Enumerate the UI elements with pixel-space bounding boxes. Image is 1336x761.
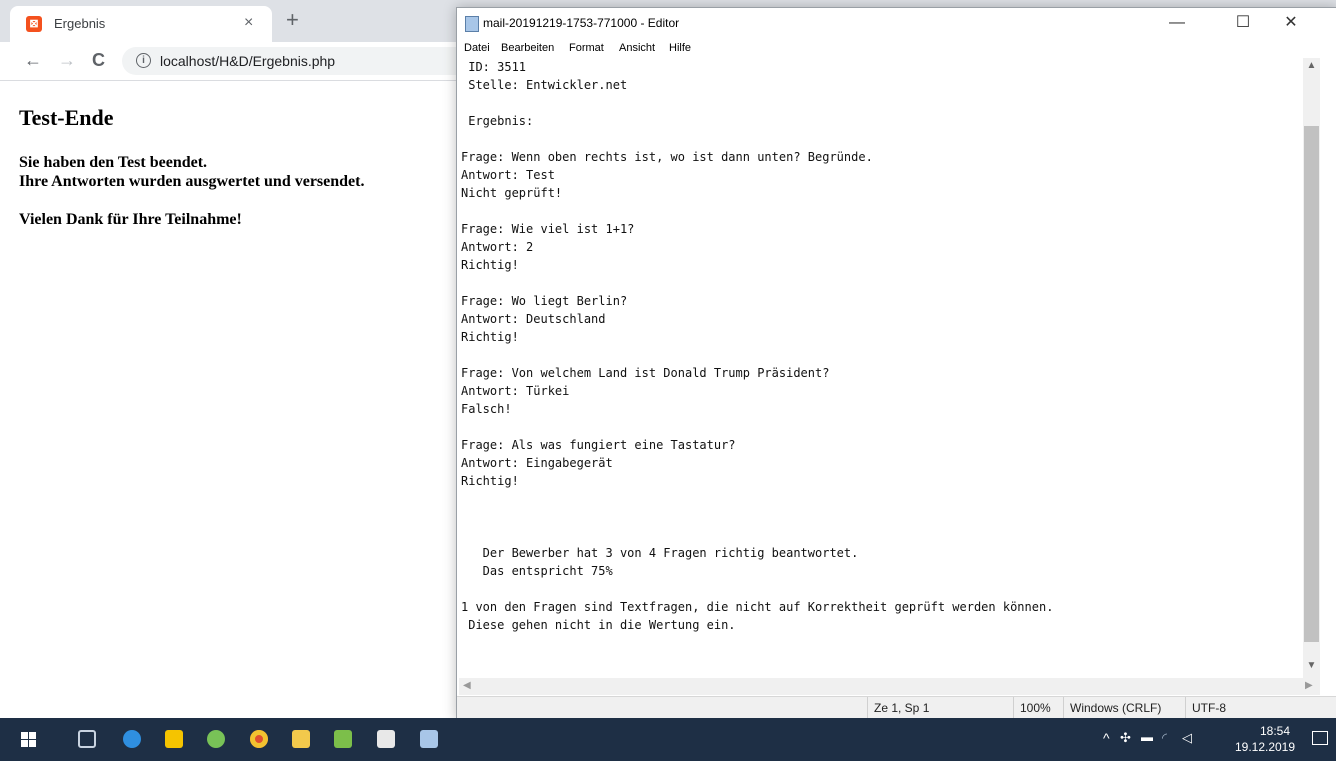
notepad-titlebar[interactable]: mail-20191219-1753-771000 - Editor — ☐ ✕ [457, 8, 1336, 38]
scroll-left-icon[interactable]: ◀ [463, 680, 471, 691]
tab-ergebnis[interactable]: ⊠ Ergebnis × [10, 6, 272, 42]
cursor-position: Ze 1, Sp 1 [867, 697, 1014, 720]
chrome-icon[interactable] [250, 730, 268, 748]
notepad-icon [465, 16, 479, 32]
vertical-scrollbar[interactable]: ▲ ▼ [1303, 58, 1320, 678]
notepad-window: mail-20191219-1753-771000 - Editor — ☐ ✕… [456, 7, 1336, 720]
xampp-favicon-icon: ⊠ [26, 16, 42, 32]
message-line-finished: Sie haben den Test beendet. [19, 154, 208, 171]
notepad-text-content[interactable]: ID: 3511 Stelle: Entwickler.net Ergebnis… [459, 58, 1303, 634]
taskbar: ^ ✣ ▬ ◜ ◁ 18:54 19.12.2019 [0, 718, 1336, 761]
photos-icon[interactable] [377, 730, 395, 748]
zoom-level: 100% [1013, 697, 1064, 720]
android-studio-icon[interactable] [207, 730, 225, 748]
spreadsheet-icon[interactable] [334, 730, 352, 748]
reload-icon[interactable]: C [92, 50, 105, 71]
result-message: Sie haben den Test beendet. Ihre Antwort… [19, 153, 364, 229]
scroll-right-icon[interactable]: ▶ [1305, 680, 1313, 691]
menu-hilfe[interactable]: Hilfe [669, 42, 691, 54]
sticky-notes-icon[interactable] [165, 730, 183, 748]
maximize-button[interactable]: ☐ [1223, 12, 1263, 34]
notepad-text-area[interactable]: ID: 3511 Stelle: Entwickler.net Ergebnis… [459, 58, 1303, 678]
notepad-title: mail-20191219-1753-771000 - Editor [483, 16, 680, 30]
menu-format[interactable]: Format [569, 42, 604, 54]
info-icon[interactable]: i [136, 53, 151, 68]
tab-title: Ergebnis [54, 16, 106, 31]
message-line-thanks: Vielen Dank für Ihre Teilnahme! [19, 211, 242, 228]
new-tab-icon[interactable]: + [286, 9, 299, 31]
menu-ansicht[interactable]: Ansicht [619, 42, 655, 54]
battery-icon[interactable]: ▬ [1141, 730, 1153, 744]
tab-close-icon[interactable]: × [244, 14, 253, 32]
vertical-scroll-thumb[interactable] [1304, 126, 1319, 642]
windows-start-icon[interactable] [21, 732, 36, 747]
notification-icon[interactable] [1312, 731, 1328, 745]
line-ending: Windows (CRLF) [1063, 697, 1186, 720]
minimize-button[interactable]: — [1157, 12, 1197, 34]
url-text[interactable]: localhost/H&D/Ergebnis.php [160, 53, 335, 69]
page-content: Test-Ende Sie haben den Test beendet. Ih… [0, 81, 460, 716]
encoding: UTF-8 [1185, 697, 1332, 720]
message-line-sent: Ihre Antworten wurden ausgwertet und ver… [19, 173, 365, 190]
file-explorer-icon[interactable] [292, 730, 310, 748]
clock-time[interactable]: 18:54 [1245, 724, 1305, 738]
forward-icon[interactable]: → [58, 50, 76, 71]
sync-app-icon[interactable] [123, 730, 141, 748]
scroll-up-icon[interactable]: ▲ [1303, 60, 1320, 71]
clock-date[interactable]: 19.12.2019 [1225, 740, 1305, 754]
network-share-icon[interactable]: ✣ [1120, 730, 1131, 746]
notepad-statusbar: Ze 1, Sp 1 100% Windows (CRLF) UTF-8 [457, 696, 1336, 720]
horizontal-scrollbar[interactable]: ◀ ▶ [459, 678, 1320, 695]
menu-datei[interactable]: Datei [464, 42, 490, 54]
menu-bearbeiten[interactable]: Bearbeiten [501, 42, 554, 54]
tray-chevron-icon[interactable]: ^ [1103, 730, 1110, 746]
address-bar[interactable]: i localhost/H&D/Ergebnis.php [122, 47, 482, 75]
back-icon[interactable]: ← [24, 50, 42, 71]
wifi-icon[interactable]: ◜ [1162, 730, 1167, 746]
notepad-taskbar-icon[interactable] [420, 730, 438, 748]
task-view-icon[interactable] [78, 730, 96, 748]
notepad-menubar: Datei Bearbeiten Format Ansicht Hilfe [457, 38, 1336, 58]
scroll-down-icon[interactable]: ▼ [1303, 660, 1320, 671]
volume-icon[interactable]: ◁ [1182, 730, 1192, 746]
page-title: Test-Ende [19, 105, 114, 130]
close-button[interactable]: ✕ [1271, 12, 1311, 34]
